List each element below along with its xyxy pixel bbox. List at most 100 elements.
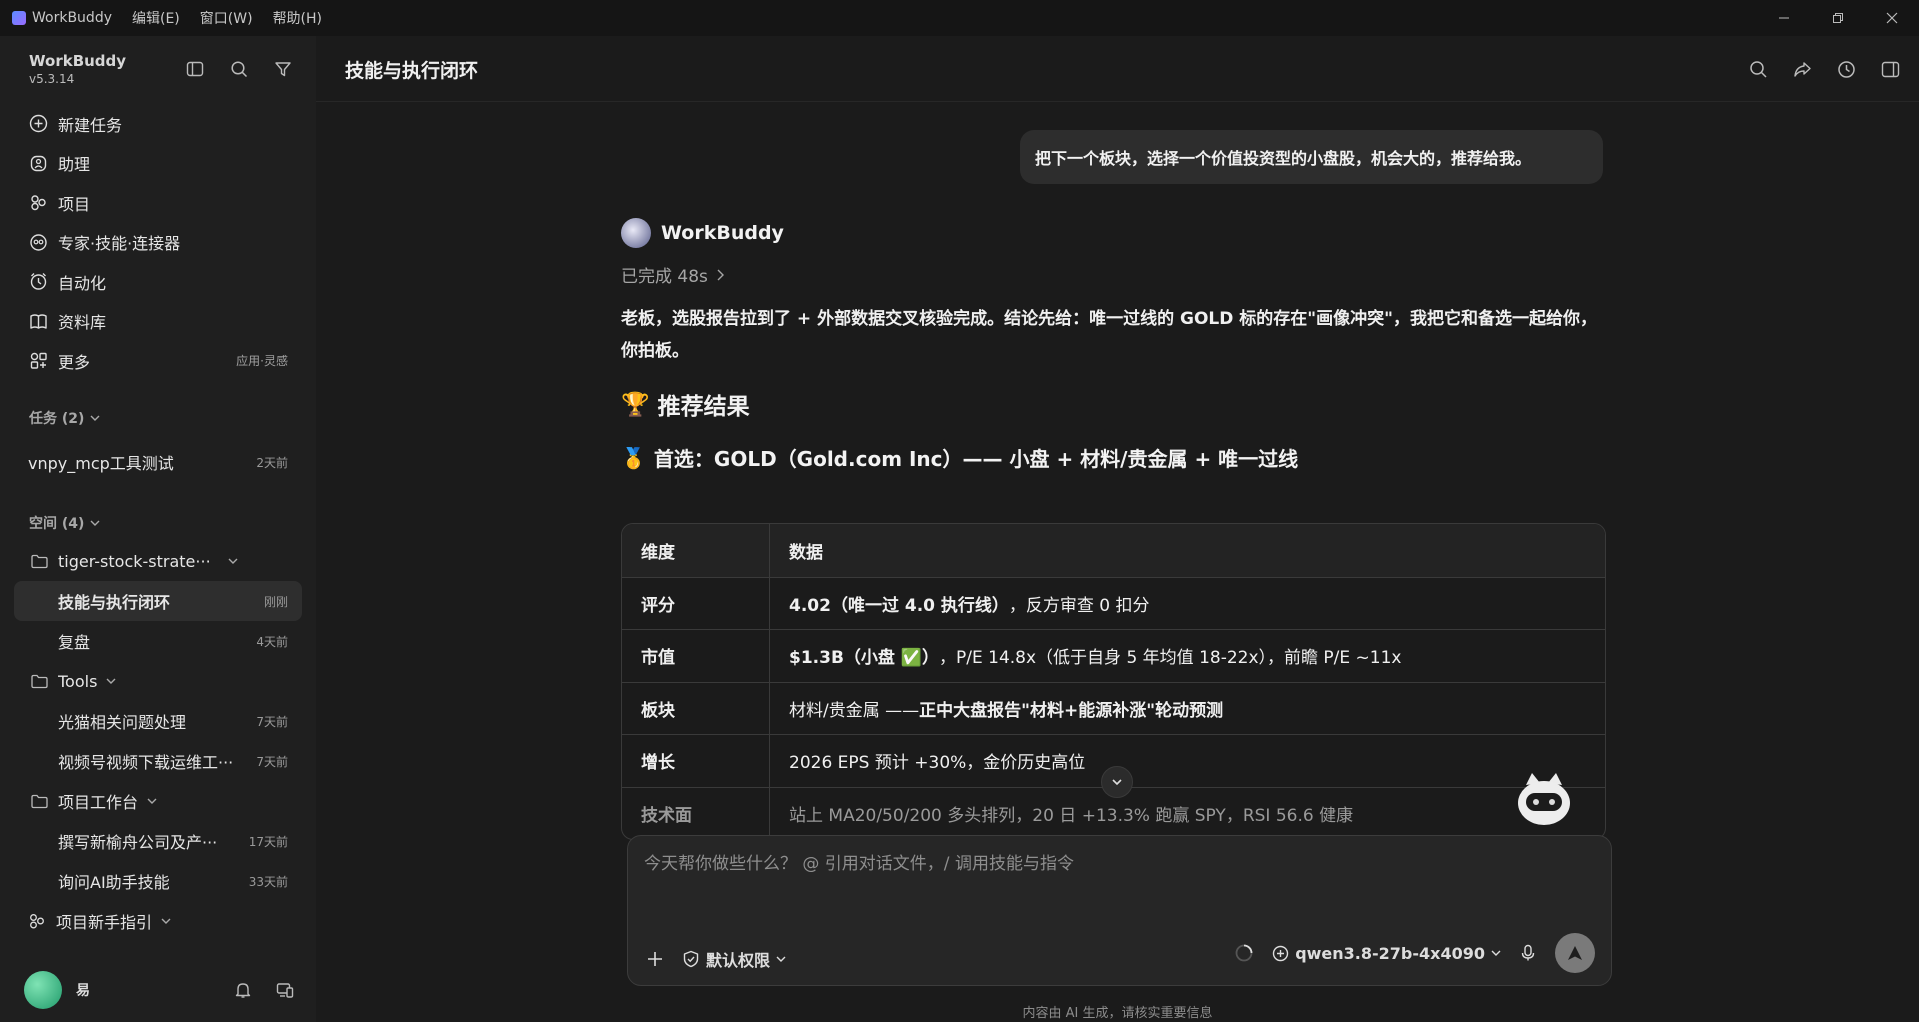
nav-more[interactable]: 更多 应用·灵感 bbox=[14, 341, 302, 381]
main-panel: 技能与执行闭环 把下一个板块，选择一个价值投资型的小盘股，机会大的，推荐给我。 … bbox=[316, 36, 1919, 1022]
share-button[interactable] bbox=[1791, 58, 1813, 80]
title-bar: WorkBuddy 编辑(E) 窗口(W) 帮助(H) bbox=[0, 0, 1919, 36]
menu-edit[interactable]: 编辑(E) bbox=[132, 8, 180, 28]
space-item[interactable]: 视频号视频下载运维工··· 7天前 bbox=[14, 741, 302, 781]
chevron-down-icon bbox=[106, 678, 116, 684]
sidebar-nav: 新建任务 助理 项目 专家·技能·连接器 自动化 资料库 更多 应用·灵感 bbox=[14, 104, 302, 381]
nav-project[interactable]: 项目 bbox=[14, 183, 302, 223]
space-item-label: 询问AI助手技能 bbox=[58, 873, 170, 892]
devices-button[interactable] bbox=[276, 981, 294, 999]
project-icon bbox=[28, 193, 48, 213]
table-value-text: 材料/贵金属 —— bbox=[789, 700, 920, 721]
chevron-right-icon bbox=[717, 269, 724, 280]
tasks-section-title[interactable]: 任务 (2) bbox=[29, 408, 100, 428]
main-header: 技能与执行闭环 bbox=[316, 36, 1919, 102]
table-value-bold: 4.02（唯一过 4.0 执行线） bbox=[789, 595, 1009, 616]
space-folder-label: Tools bbox=[58, 671, 98, 691]
close-button[interactable] bbox=[1865, 0, 1919, 36]
library-icon bbox=[28, 311, 48, 331]
space-item[interactable]: 询问AI助手技能 33天前 bbox=[14, 861, 302, 901]
voice-input-button[interactable] bbox=[1519, 944, 1537, 962]
nav-label: 新建任务 bbox=[58, 115, 123, 135]
sidebar-tools bbox=[184, 58, 294, 80]
space-folder-label: tiger-stock-strate··· bbox=[58, 551, 211, 571]
completion-status[interactable]: 已完成 48s bbox=[621, 262, 1606, 287]
avatar[interactable] bbox=[24, 971, 62, 1009]
toggle-sidebar-button[interactable] bbox=[184, 58, 206, 80]
nav-automation[interactable]: 自动化 bbox=[14, 262, 302, 302]
medal-icon: 🥇 bbox=[621, 445, 646, 470]
more-icon bbox=[28, 351, 48, 371]
composer-left-tools: 默认权限 bbox=[646, 947, 786, 971]
close-icon bbox=[1886, 12, 1898, 24]
space-folder-tiger[interactable]: tiger-stock-strate··· bbox=[14, 541, 302, 581]
chevron-down-icon bbox=[161, 918, 171, 924]
restore-button[interactable] bbox=[1811, 0, 1865, 36]
minimize-icon bbox=[1779, 17, 1789, 19]
table-value-text: 2026 EPS 预计 +30%，金价历史高位 bbox=[789, 753, 1086, 774]
spaces-section-label: 空间 (4) bbox=[29, 516, 85, 532]
permission-dropdown[interactable]: 默认权限 bbox=[682, 947, 786, 971]
table-value: 站上 MA20/50/200 多头排列，20 日 +13.3% 跑赢 SPY，R… bbox=[770, 788, 1605, 840]
sidebar-header: WorkBuddy v5.3.14 bbox=[29, 52, 126, 86]
space-folder-workbench[interactable]: 项目工作台 bbox=[14, 781, 302, 821]
nav-library[interactable]: 资料库 bbox=[14, 302, 302, 342]
chevron-down-icon bbox=[90, 415, 100, 421]
spaces-section-title[interactable]: 空间 (4) bbox=[29, 513, 100, 533]
space-item-label: 技能与执行闭环 bbox=[58, 593, 171, 612]
menu-help[interactable]: 帮助(H) bbox=[273, 8, 322, 28]
nav-experts[interactable]: 专家·技能·连接器 bbox=[14, 223, 302, 263]
filter-icon bbox=[275, 62, 291, 77]
intro-text: 老板，选股报告拉到了 + 外部数据交叉核验完成。结论先给：唯一过线的 GOLD … bbox=[621, 309, 1597, 361]
loading-spinner-icon bbox=[1235, 944, 1253, 962]
spaces-list: tiger-stock-strate··· 技能与执行闭环 刚刚 复盘 4天前 … bbox=[14, 541, 302, 941]
table-value: $1.3B（小盘 ✅） ，P/E 14.8x（低于自身 5 年均值 18-22x）… bbox=[770, 630, 1605, 682]
plus-icon bbox=[648, 952, 662, 966]
chevron-down-icon bbox=[228, 558, 238, 564]
guide-item[interactable]: 项目新手指引 bbox=[14, 901, 302, 941]
panel-toggle-button[interactable] bbox=[1879, 58, 1901, 80]
search-button[interactable] bbox=[1747, 58, 1769, 80]
menu-window[interactable]: 窗口(W) bbox=[200, 8, 253, 28]
table-row: 市值 $1.3B（小盘 ✅） ，P/E 14.8x（低于自身 5 年均值 18-2… bbox=[622, 629, 1605, 682]
header-tools bbox=[1747, 58, 1901, 80]
minimize-button[interactable] bbox=[1757, 0, 1811, 36]
assistant-icon bbox=[28, 153, 48, 173]
model-selector[interactable]: qwen3.8-27b-4x4090 bbox=[1272, 944, 1501, 963]
space-item-label: 复盘 bbox=[58, 633, 91, 652]
filter-button[interactable] bbox=[272, 58, 294, 80]
footer-icons bbox=[234, 981, 294, 999]
nav-assistant[interactable]: 助理 bbox=[14, 144, 302, 184]
task-item[interactable]: vnpy_mcp工具测试 2天前 bbox=[14, 442, 302, 482]
nav-label: 资料库 bbox=[58, 313, 107, 333]
subsection-heading: 🥇 首选：GOLD（Gold.com Inc）—— 小盘 + 材料/贵金属 + … bbox=[621, 443, 1606, 472]
nav-label: 项目 bbox=[58, 194, 91, 214]
table-value: 材料/贵金属 —— 正中大盘报告"材料+能源补涨"轮动预测 bbox=[770, 683, 1605, 735]
search-icon bbox=[231, 61, 248, 78]
task-time: 2天前 bbox=[256, 455, 288, 470]
subsection-heading-text: 首选：GOLD（Gold.com Inc）—— 小盘 + 材料/贵金属 + 唯一… bbox=[653, 447, 1299, 471]
attach-button[interactable] bbox=[646, 950, 664, 968]
chevron-down-icon bbox=[90, 520, 100, 526]
space-item-active[interactable]: 技能与执行闭环 刚刚 bbox=[14, 581, 302, 621]
table-value-bold: 正中大盘报告"材料+能源补涨"轮动预测 bbox=[919, 700, 1224, 721]
table-key: 市值 bbox=[622, 630, 770, 682]
space-folder-tools[interactable]: Tools bbox=[14, 661, 302, 701]
message-input[interactable] bbox=[644, 850, 1584, 878]
history-button[interactable] bbox=[1835, 58, 1857, 80]
space-item[interactable]: 光猫相关问题处理 7天前 bbox=[14, 701, 302, 741]
nav-label: 自动化 bbox=[58, 273, 107, 293]
trophy-icon: 🏆 bbox=[621, 391, 650, 418]
space-item[interactable]: 撰写新榆舟公司及产··· 17天前 bbox=[14, 821, 302, 861]
table-header-cell: 数据 bbox=[789, 542, 823, 563]
ai-disclaimer: 内容由 AI 生成，请核实重要信息 bbox=[1022, 1006, 1213, 1021]
space-item[interactable]: 复盘 4天前 bbox=[14, 621, 302, 661]
send-button[interactable] bbox=[1555, 933, 1595, 973]
devices-icon bbox=[276, 983, 294, 998]
scroll-to-bottom-button[interactable] bbox=[1101, 766, 1133, 798]
notifications-button[interactable] bbox=[234, 981, 252, 999]
assistant-header: WorkBuddy bbox=[621, 218, 1606, 248]
nav-new-task[interactable]: 新建任务 bbox=[14, 104, 302, 144]
sidebar-search-button[interactable] bbox=[228, 58, 250, 80]
app-version: v5.3.14 bbox=[29, 72, 75, 86]
